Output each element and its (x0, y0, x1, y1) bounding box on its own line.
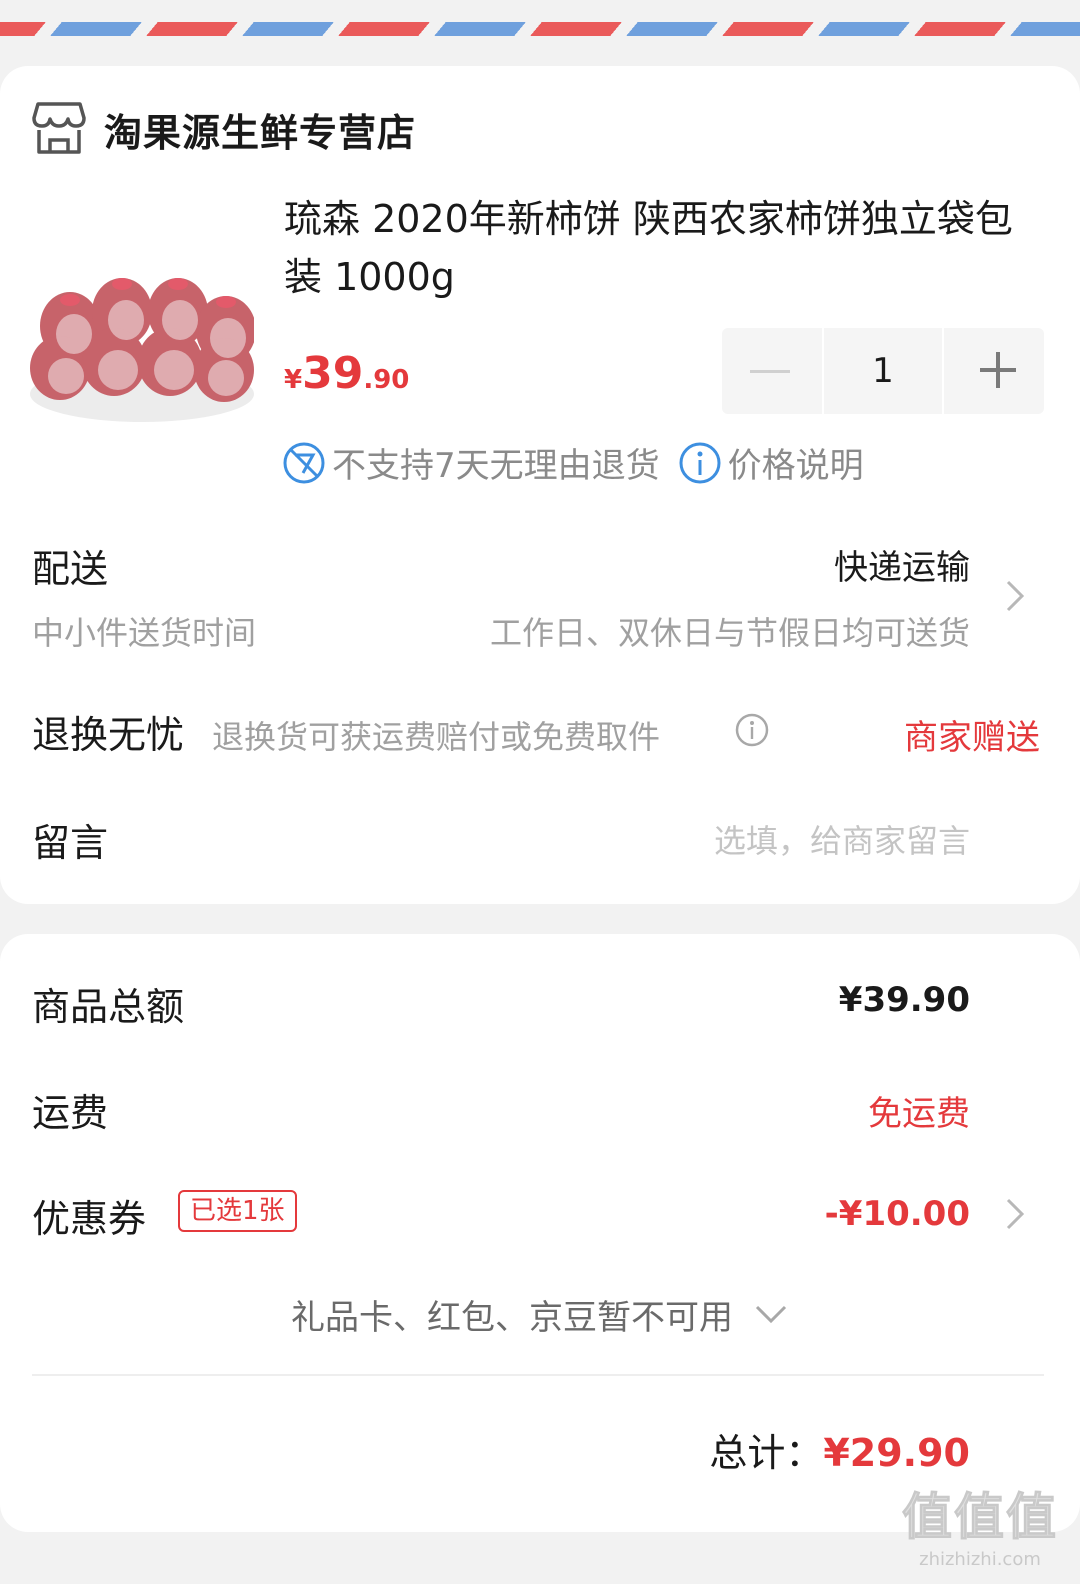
coupon-label: 优惠券 (32, 1197, 147, 1241)
product-title[interactable]: 琉森 2020年新柿饼 陕西农家柿饼独立袋包装 1000g (284, 190, 1044, 306)
product-notes: 不支持7天无理由退货 价格说明 (282, 438, 864, 487)
coupon-badge[interactable]: 已选1张 (178, 1190, 297, 1232)
delivery-method[interactable]: 快递运输 (834, 540, 970, 589)
info-icon[interactable] (734, 712, 770, 748)
total-value: ¥29.90 (823, 1431, 970, 1475)
order-summary-card: 商品总额 ¥39.90 运费 免运费 优惠券 已选1张 -¥10.00 礼品卡、… (0, 934, 1080, 1532)
price-integer: 39 (302, 348, 364, 399)
airmail-stripe (0, 0, 1080, 38)
message-label: 留言 (32, 821, 109, 865)
chevron-right-icon[interactable] (1004, 578, 1026, 614)
gift-card-row[interactable]: 礼品卡、红包、京豆暂不可用 (0, 1290, 1080, 1339)
coupon-value[interactable]: -¥10.00 (825, 1194, 970, 1234)
store-name: 淘果源生鲜专营店 (104, 110, 417, 155)
delivery-label: 配送 (32, 547, 109, 591)
chevron-down-icon (755, 1305, 787, 1323)
goods-total-label: 商品总额 (32, 985, 185, 1029)
return-label: 退换无忧 (32, 713, 185, 757)
order-total: 总计： ¥29.90 (709, 1422, 970, 1477)
watermark-logo: 值值值 (902, 1488, 1058, 1547)
store-header[interactable]: 淘果源生鲜专营店 (32, 100, 416, 158)
delivery-time-value: 工作日、双休日与节假日均可送货 (489, 614, 970, 652)
chevron-right-icon[interactable] (1004, 1196, 1026, 1232)
price-currency: ¥ (284, 365, 303, 395)
order-item-card: 淘果源生鲜专营店 琉森 2020年新柿饼 陕西农家柿饼独立袋包装 1000g ¥… (0, 66, 1080, 904)
plus-icon (980, 352, 1016, 388)
product-image[interactable] (30, 238, 254, 430)
product-price: ¥39.90 (284, 348, 409, 399)
quantity-value[interactable]: 1 (822, 328, 944, 414)
price-explanation-link[interactable]: 价格说明 (728, 438, 864, 487)
shipping-label: 运费 (32, 1091, 109, 1135)
no-return-text: 不支持7天无理由退货 (332, 446, 660, 486)
watermark-url: zhizhizhi.com (919, 1549, 1041, 1570)
delivery-time-label: 中小件送货时间 (32, 614, 257, 652)
total-label: 总计： (709, 1431, 824, 1475)
gift-card-text: 礼品卡、红包、京豆暂不可用 (291, 1298, 733, 1338)
watermark: 值值值 zhizhizhi.com (902, 1477, 1058, 1571)
message-input[interactable]: 选填，给商家留言 (714, 816, 970, 862)
divider (32, 1374, 1044, 1376)
quantity-stepper: 1 (722, 328, 1044, 414)
info-icon[interactable] (678, 441, 722, 485)
no-return-icon (283, 442, 325, 483)
return-desc: 退换货可获运费赔付或免费取件 (212, 718, 661, 756)
price-decimal: .90 (363, 365, 410, 395)
decrease-button[interactable] (722, 328, 822, 414)
shipping-value: 免运费 (868, 1094, 970, 1134)
increase-button[interactable] (944, 328, 1044, 414)
return-value: 商家赠送 (904, 718, 1040, 758)
goods-total-value: ¥39.90 (838, 980, 970, 1020)
store-icon (32, 102, 86, 154)
